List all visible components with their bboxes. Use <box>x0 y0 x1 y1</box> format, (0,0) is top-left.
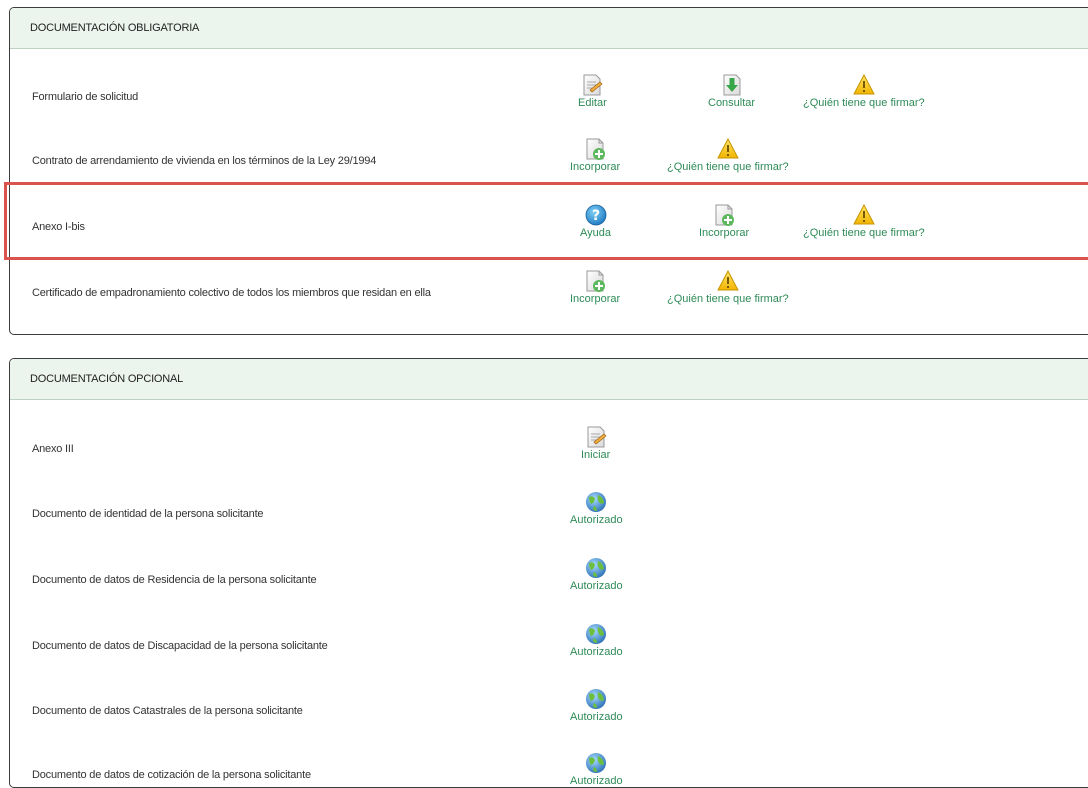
authorized-globe-icon <box>586 624 607 644</box>
authorized-button[interactable]: Autorizado <box>570 556 623 593</box>
document-row: Documento de datos de cotización de la p… <box>10 743 1088 787</box>
mandatory-documents-panel: DOCUMENTACIÓN OBLIGATORIA Formulario de … <box>9 7 1088 335</box>
action-label: Incorporar <box>570 161 621 173</box>
action-label: Ayuda <box>580 227 611 239</box>
panel-title: DOCUMENTACIÓN OPCIONAL <box>10 359 1088 400</box>
warning-icon <box>852 73 875 95</box>
authorized-button[interactable]: Autorizado <box>570 751 623 787</box>
document-label: Documento de datos de Discapacidad de la… <box>32 640 328 652</box>
action-label: Autorizado <box>570 514 623 526</box>
optional-documents-panel: DOCUMENTACIÓN OPCIONAL Anexo III Iniciar… <box>9 358 1088 788</box>
document-label: Formulario de solicitud <box>32 91 139 103</box>
action-label: Autorizado <box>570 711 623 723</box>
document-row: Documento de datos de Discapacidad de la… <box>10 614 1088 678</box>
start-button[interactable]: Iniciar <box>581 425 610 462</box>
document-row: Documento de datos de Residencia de la p… <box>10 548 1088 612</box>
action-label: Autorizado <box>570 646 623 658</box>
document-label: Contrato de arrendamiento de vivienda en… <box>32 155 377 167</box>
authorized-globe-icon <box>586 689 607 709</box>
action-label: ¿Quién tiene que firmar? <box>667 293 789 305</box>
authorized-globe-icon <box>586 492 607 512</box>
action-label: Incorporar <box>570 293 621 305</box>
document-label: Certificado de empadronamiento colectivo… <box>32 287 431 299</box>
edit-document-icon <box>583 74 603 96</box>
action-label: Incorporar <box>699 227 750 239</box>
action-label: ¿Quién tiene que firmar? <box>667 161 789 173</box>
action-label: Iniciar <box>581 449 611 461</box>
consult-button[interactable]: Consultar <box>708 73 755 110</box>
document-row: Formulario de solicitud Editar Consultar… <box>10 65 1088 129</box>
authorized-globe-icon <box>586 753 607 773</box>
document-label: Documento de datos Catastrales de la per… <box>32 705 303 717</box>
authorized-button[interactable]: Autorizado <box>570 622 623 659</box>
action-label: Autorizado <box>570 580 623 592</box>
authorized-globe-icon <box>586 558 607 578</box>
add-document-icon <box>586 138 606 160</box>
edit-button[interactable]: Editar <box>578 73 607 110</box>
document-row: Anexo III Iniciar <box>10 417 1088 481</box>
authorized-button[interactable]: Autorizado <box>570 490 623 527</box>
document-label: Documento de datos de Residencia de la p… <box>32 574 317 586</box>
action-label: Consultar <box>708 97 756 109</box>
edit-document-icon <box>587 426 607 448</box>
incorporate-button[interactable]: Incorporar <box>570 137 620 174</box>
warning-icon <box>716 269 739 291</box>
who-must-sign-button[interactable]: ¿Quién tiene que firmar? <box>667 269 789 306</box>
document-row: Documento de datos Catastrales de la per… <box>10 679 1088 743</box>
svg-text:?: ? <box>591 208 599 224</box>
who-must-sign-button[interactable]: ¿Quién tiene que firmar? <box>803 203 925 240</box>
add-document-icon <box>586 270 606 292</box>
help-button[interactable]: ? Ayuda <box>580 203 611 240</box>
document-label: Anexo III <box>32 443 74 455</box>
who-must-sign-button[interactable]: ¿Quién tiene que firmar? <box>803 73 925 110</box>
document-label: Documento de datos de cotización de la p… <box>32 769 311 781</box>
document-row: Contrato de arrendamiento de vivienda en… <box>10 129 1088 193</box>
who-must-sign-button[interactable]: ¿Quién tiene que firmar? <box>667 137 789 174</box>
action-label: Editar <box>578 97 607 109</box>
warning-icon <box>716 137 739 159</box>
incorporate-button[interactable]: Incorporar <box>570 269 620 306</box>
download-icon <box>723 74 741 96</box>
document-row: Anexo I-bis ? Ayuda Incorporar ¿Quién ti… <box>10 195 1088 259</box>
action-label: ¿Quién tiene que firmar? <box>803 97 925 109</box>
help-icon: ? <box>585 204 606 226</box>
incorporate-button[interactable]: Incorporar <box>699 203 749 240</box>
document-label: Anexo I-bis <box>32 221 85 233</box>
warning-icon <box>852 203 875 225</box>
add-document-icon <box>715 204 735 226</box>
action-label: ¿Quién tiene que firmar? <box>803 227 925 239</box>
document-label: Documento de identidad de la persona sol… <box>32 508 264 520</box>
document-row: Certificado de empadronamiento colectivo… <box>10 261 1088 325</box>
panel-title: DOCUMENTACIÓN OBLIGATORIA <box>10 8 1088 49</box>
action-label: Autorizado <box>570 775 623 787</box>
authorized-button[interactable]: Autorizado <box>570 687 623 724</box>
document-row: Documento de identidad de la persona sol… <box>10 482 1088 546</box>
